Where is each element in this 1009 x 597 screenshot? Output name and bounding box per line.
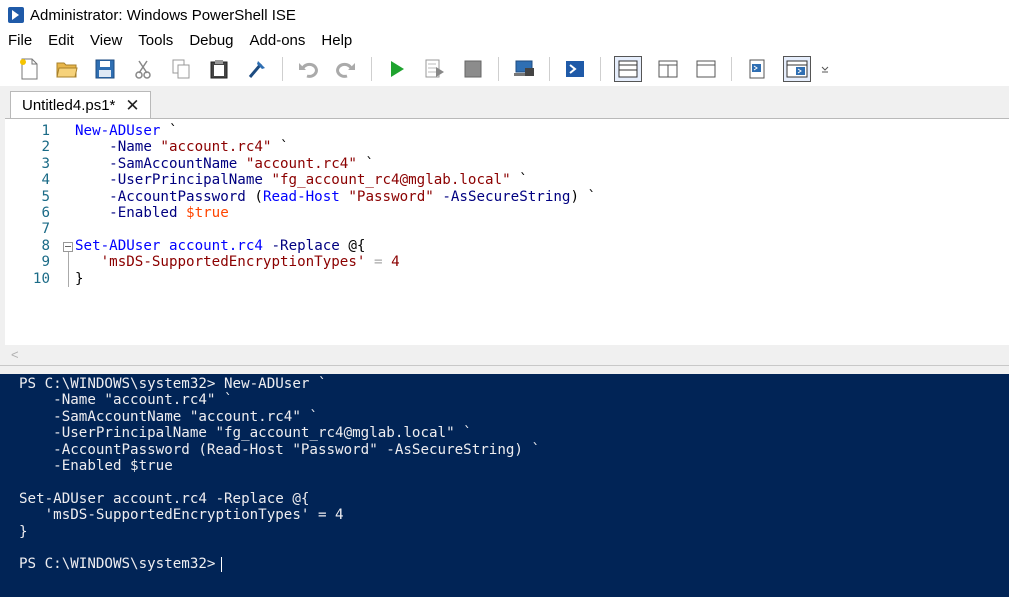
editor-line: 10} [5,271,1009,287]
console-line: PS C:\WINDOWS\system32> [19,556,223,572]
line-number: 6 [41,205,50,221]
line-number: 8 [41,237,50,254]
toolbar-separator [371,57,372,81]
run-script-icon[interactable] [385,57,409,81]
window-title: Administrator: Windows PowerShell ISE [30,6,296,24]
title-bar: Administrator: Windows PowerShell ISE [0,0,1009,30]
paste-icon[interactable] [207,57,231,81]
close-icon[interactable]: ✕ [125,96,139,116]
script-tab-strip: Untitled4.ps1* ✕ [0,86,1009,119]
console-line: -UserPrincipalName "fg_account_rc4@mglab… [19,425,472,442]
menu-bar: File Edit View Tools Debug Add-ons Help [0,30,1009,52]
copy-icon[interactable] [169,57,193,81]
console-line: } [19,523,28,540]
menu-debug[interactable]: Debug [181,30,241,52]
editor-line: 3 -SamAccountName "account.rc4" ` [5,156,1009,172]
line-number: 7 [41,221,50,238]
editor-line: 2 -Name "account.rc4" ` [5,139,1009,155]
menu-view[interactable]: View [82,30,130,52]
menu-help[interactable]: Help [313,30,360,52]
toolbar-separator [600,57,601,81]
editor-line: 7 [5,221,1009,237]
undo-icon[interactable] [296,57,320,81]
menu-edit[interactable]: Edit [40,30,82,52]
editor-line: 9 'msDS-SupportedEncryptionTypes' = 4 [5,254,1009,270]
code-text: -AccountPassword (Read-Host "Password" -… [75,188,597,205]
text-cursor [221,556,223,572]
tab-untitled4[interactable]: Untitled4.ps1* ✕ [10,91,151,119]
editor-line: 4 -UserPrincipalName "fg_account_rc4@mgl… [5,172,1009,188]
show-script-pane-top-icon[interactable] [614,56,642,82]
console-line: 'msDS-SupportedEncryptionTypes' = 4 [19,507,344,524]
new-file-icon[interactable] [17,57,41,81]
toolbar-overflow-icon[interactable] [820,57,830,81]
start-powershell-icon[interactable] [563,57,587,81]
code-text: } [75,270,84,287]
console-line: -Name "account.rc4" ` [19,392,233,409]
cut-icon[interactable] [131,57,155,81]
console-line: -Enabled $true [19,458,173,474]
code-text: 'msDS-SupportedEncryptionTypes' = 4 [100,254,400,271]
editor-line: 1 New-ADUser ` [5,123,1009,139]
console-line: -SamAccountName "account.rc4" ` [19,408,318,425]
editor-line: 6 -Enabled $true [5,205,1009,221]
line-number: 9 [41,254,50,271]
remote-powershell-tab-icon[interactable] [512,57,536,81]
tab-label: Untitled4.ps1* [22,97,116,114]
line-number: 5 [41,188,50,205]
code-text: -Name "account.rc4" ` [75,139,289,156]
code-text: New-ADUser ` [75,123,178,139]
menu-add-ons[interactable]: Add-ons [242,30,314,52]
menu-tools[interactable]: Tools [130,30,181,52]
powershell-ise-icon [8,7,24,23]
open-folder-icon[interactable] [55,57,79,81]
code-text: -SamAccountName "account.rc4" ` [75,155,374,172]
stop-icon[interactable] [461,57,485,81]
console-line: Set-ADUser account.rc4 -Replace @{ [19,490,310,507]
console-pane[interactable]: PS C:\WINDOWS\system32> New-ADUser ` -Na… [0,374,1009,597]
show-command-add-on-icon[interactable] [783,56,811,82]
console-line: -AccountPassword (Read-Host "Password" -… [19,441,541,458]
redo-icon[interactable] [334,57,358,81]
line-number: 1 [41,123,50,139]
line-number: 10 [32,270,50,287]
code-text: Set-ADUser account.rc4 -Replace @{ [75,237,366,254]
toolbar-separator [549,57,550,81]
run-selection-icon[interactable] [423,57,447,81]
show-script-pane-maximized-icon[interactable] [694,57,718,81]
save-icon[interactable] [93,57,117,81]
clear-console-icon[interactable] [245,57,269,81]
editor-line: 5 -AccountPassword (Read-Host "Password"… [5,189,1009,205]
script-pane[interactable]: 1 New-ADUser ` 2 -Name "account.rc4" ` 3 -S… [5,118,1009,346]
console-line: PS C:\WINDOWS\system32> New-ADUser ` [19,376,327,392]
show-command-window-icon[interactable] [745,57,769,81]
menu-file[interactable]: File [0,30,40,52]
toolbar-separator [282,57,283,81]
fold-guide [68,251,69,287]
code-text: -UserPrincipalName "fg_account_rc4@mglab… [75,172,528,189]
collapse-icon[interactable] [63,241,73,252]
line-number: 4 [41,172,50,189]
line-number: 2 [41,139,50,156]
code-text: -Enabled $true [75,205,229,221]
toolbar-separator [498,57,499,81]
editor-line: 8 Set-ADUser account.rc4 -Replace @{ [5,238,1009,254]
line-number: 3 [41,155,50,172]
toolbar-separator [731,57,732,81]
show-script-pane-right-icon[interactable] [656,57,680,81]
toolbar [0,52,1009,86]
horizontal-scrollbar[interactable]: < [5,345,1009,365]
scroll-left-icon[interactable]: < [11,347,19,362]
